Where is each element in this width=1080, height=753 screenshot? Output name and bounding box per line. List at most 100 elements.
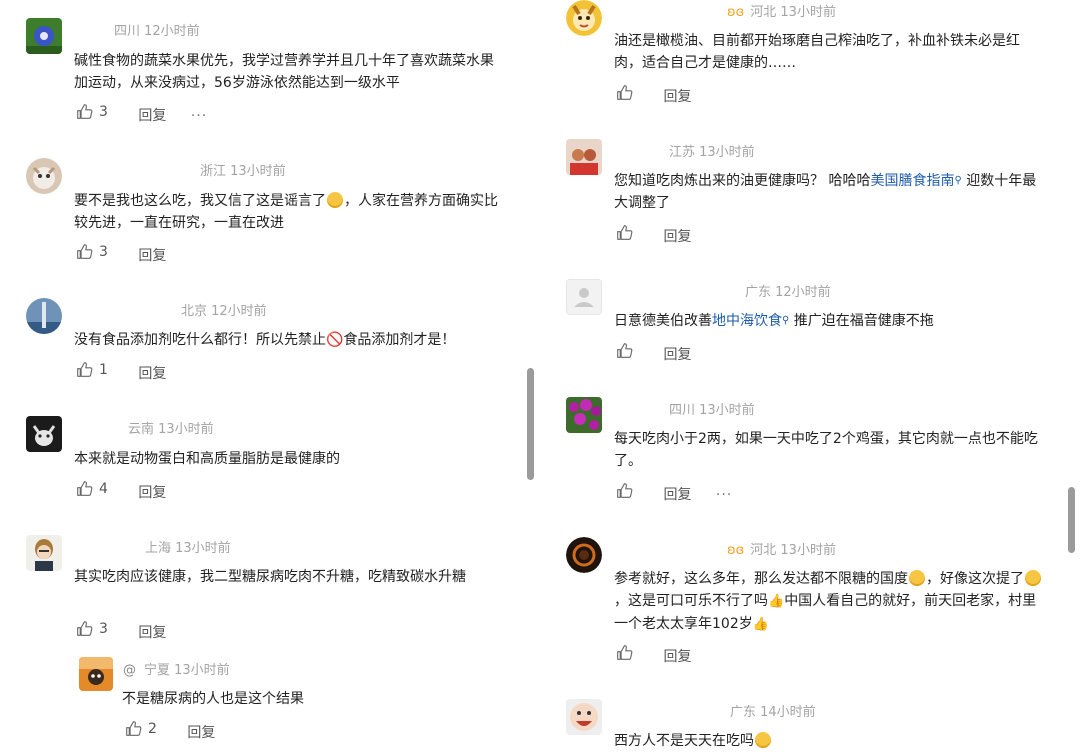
- reply-button[interactable]: 回复: [663, 86, 691, 106]
- like-button[interactable]: 3: [76, 243, 108, 260]
- reply-button[interactable]: 回复: [138, 105, 166, 125]
- comment-text-part: 本来就是动物蛋白和高质量脂肪是最健康的: [74, 451, 340, 467]
- comment-text-part: 要不是我也这么吃，我又信了这是谣言了: [74, 193, 326, 209]
- reply-button[interactable]: 回复: [663, 484, 691, 504]
- comment-meta: 云南 13小时前: [128, 422, 214, 437]
- comment-actions: 回复: [616, 342, 691, 364]
- more-dots-icon[interactable]: ···: [191, 108, 207, 124]
- comment-text: 每天吃肉小于2两，如果一天中吃了2个鸡蛋，其它肉就一点也不能吃了。: [614, 428, 1044, 472]
- like-button[interactable]: 1: [76, 361, 108, 378]
- left-comment-column: 四川 12小时前 碱性食物的蔬菜水果优先，我学过营养学并且几十年了喜欢蔬菜水果加…: [0, 0, 540, 753]
- reply-button[interactable]: 回复: [138, 245, 166, 265]
- reply-location-time: 宁夏 13小时前: [144, 663, 230, 678]
- comment-actions: 回复: [616, 84, 691, 106]
- comment-text: 油还是橄榄油、目前都开始琢磨自己榨油吃了，补血补铁未必是红肉，适合自己才是健康的…: [614, 30, 1044, 74]
- comment-location-time: 河北 13小时前: [750, 543, 836, 558]
- avatar[interactable]: [566, 0, 602, 36]
- comment-text-part: 您知道吃肉炼出来的油更健康吗？ 哈哈哈: [614, 173, 871, 189]
- avatar[interactable]: [26, 158, 62, 194]
- reply-text: 不是糖尿病的人也是这个结果: [122, 691, 304, 707]
- like-count: 3: [99, 243, 108, 260]
- avatar[interactable]: [26, 535, 62, 571]
- avatar[interactable]: [566, 397, 602, 433]
- comment-text: 西方人不是天天在吃吗: [614, 730, 1044, 752]
- reply-meta: @ 宁夏 13小时前: [123, 659, 230, 678]
- comment-meta: 四川 13小时前: [669, 403, 755, 418]
- avatar[interactable]: [26, 18, 62, 54]
- avatar[interactable]: [566, 699, 602, 735]
- comment-meta: 江苏 13小时前: [669, 145, 755, 160]
- laughing-emoji-icon: [1025, 570, 1041, 586]
- left-scrollbar[interactable]: [527, 368, 534, 480]
- comment-text-part: 日意德美伯改善: [614, 313, 712, 329]
- search-link[interactable]: 地中海饮食: [712, 313, 782, 329]
- avatar[interactable]: [79, 657, 113, 691]
- avatar[interactable]: [566, 139, 602, 175]
- comment-text-part: ，这是可口可乐不行了吗: [614, 593, 768, 609]
- like-count: 3: [99, 620, 108, 637]
- comment-text-part: ，好像这次提了: [926, 571, 1024, 587]
- like-button[interactable]: 2: [125, 720, 157, 737]
- comment-text: 要不是我也这么吃，我又信了这是谣言了 ，人家在营养方面确实比较先进，一直在研究，一…: [74, 190, 504, 234]
- like-button[interactable]: [616, 482, 633, 499]
- comment-text-part: 西方人不是天天在吃吗: [614, 733, 754, 749]
- search-lens-icon: ⚲: [954, 175, 962, 186]
- reply-button[interactable]: 回复: [138, 363, 166, 383]
- comment-actions: 回复: [616, 644, 691, 666]
- avatar[interactable]: [26, 416, 62, 452]
- thumbs-up-icon: [617, 645, 633, 660]
- comment-text: 本来就是动物蛋白和高质量脂肪是最健康的: [74, 448, 504, 470]
- comment-text: 其实吃肉应该健康，我二型糖尿病吃肉不升糖，吃精致碳水升糖: [74, 566, 504, 588]
- laughing-emoji-icon: [755, 732, 771, 748]
- comment-meta: 北京 12小时前: [181, 304, 267, 319]
- comment-text-part: 油还是橄榄油、目前都开始琢磨自己榨油吃了，补血补铁未必是红肉，适合自己才是健康的…: [614, 33, 1020, 71]
- like-count: 4: [99, 480, 108, 497]
- avatar[interactable]: [566, 279, 602, 315]
- like-button[interactable]: [616, 84, 633, 101]
- butterfly-badge-icon: ʚɞ: [727, 5, 745, 20]
- more-dots-icon[interactable]: ···: [716, 487, 732, 503]
- laughing-emoji-icon: [909, 570, 925, 586]
- comment-text: 参考就好，这么多年，那么发达都不限糖的国度 ，好像这次提了 ，这是可口可乐不行了吗👍…: [614, 568, 1044, 636]
- comment-text-part: 参考就好，这么多年，那么发达都不限糖的国度: [614, 571, 908, 587]
- like-button[interactable]: 3: [76, 103, 108, 120]
- right-scrollbar[interactable]: [1068, 487, 1075, 553]
- like-button[interactable]: [616, 342, 633, 359]
- right-comment-column: ʚɞ 河北 13小时前 油还是橄榄油、目前都开始琢磨自己榨油吃了，补血补铁未必是红…: [540, 0, 1080, 753]
- comment-meta: 上海 13小时前: [145, 541, 231, 556]
- at-mention: @: [123, 663, 136, 678]
- avatar[interactable]: [26, 298, 62, 334]
- like-count: 2: [148, 720, 157, 737]
- reply-button[interactable]: 回复: [187, 722, 215, 742]
- comment-text-part: 食品添加剂才是！: [343, 332, 456, 348]
- butterfly-badge-icon: ʚɞ: [727, 543, 745, 558]
- search-link[interactable]: 美国膳食指南: [870, 173, 954, 189]
- comment-actions: 3 回复: [76, 620, 166, 642]
- comment-meta: 广东 12小时前: [745, 285, 831, 300]
- like-button[interactable]: [616, 644, 633, 661]
- reply-button[interactable]: 回复: [138, 482, 166, 502]
- comment-meta: ʚɞ 河北 13小时前: [727, 539, 836, 558]
- like-count: 3: [99, 103, 108, 120]
- like-button[interactable]: 3: [76, 620, 108, 637]
- like-button[interactable]: 4: [76, 480, 108, 497]
- like-button[interactable]: [616, 224, 633, 241]
- reply-button[interactable]: 回复: [138, 622, 166, 642]
- comment-actions: 3 回复 ···: [76, 103, 207, 125]
- thumbs-up-icon: [77, 481, 93, 496]
- reply-actions: 2 回复: [125, 720, 215, 742]
- reply-button[interactable]: 回复: [663, 646, 691, 666]
- comment-text-part: 每天吃肉小于2两，如果一天中吃了2个鸡蛋，其它肉就一点也不能吃了。: [614, 431, 1038, 469]
- comment-text: 日意德美伯改善地中海饮食⚲ 推广迫在福音健康不拖: [614, 310, 1044, 332]
- comment-actions: 回复: [616, 224, 691, 246]
- comment-text-part: 碱性食物的蔬菜水果优先，我学过营养学并且几十年了喜欢蔬菜水果加运动，从来没病过，…: [74, 53, 494, 91]
- reply-button[interactable]: 回复: [663, 344, 691, 364]
- reply-button[interactable]: 回复: [663, 226, 691, 246]
- thumbs-up-icon: [77, 362, 93, 377]
- comment-meta: 浙江 13小时前: [200, 164, 286, 179]
- thumbs-up-emoji-icon: 👍: [768, 594, 785, 609]
- comment-meta: 广东 14小时前: [730, 705, 816, 720]
- avatar[interactable]: [566, 537, 602, 573]
- thumbs-up-icon: [617, 343, 633, 358]
- thumbs-up-icon: [126, 721, 142, 736]
